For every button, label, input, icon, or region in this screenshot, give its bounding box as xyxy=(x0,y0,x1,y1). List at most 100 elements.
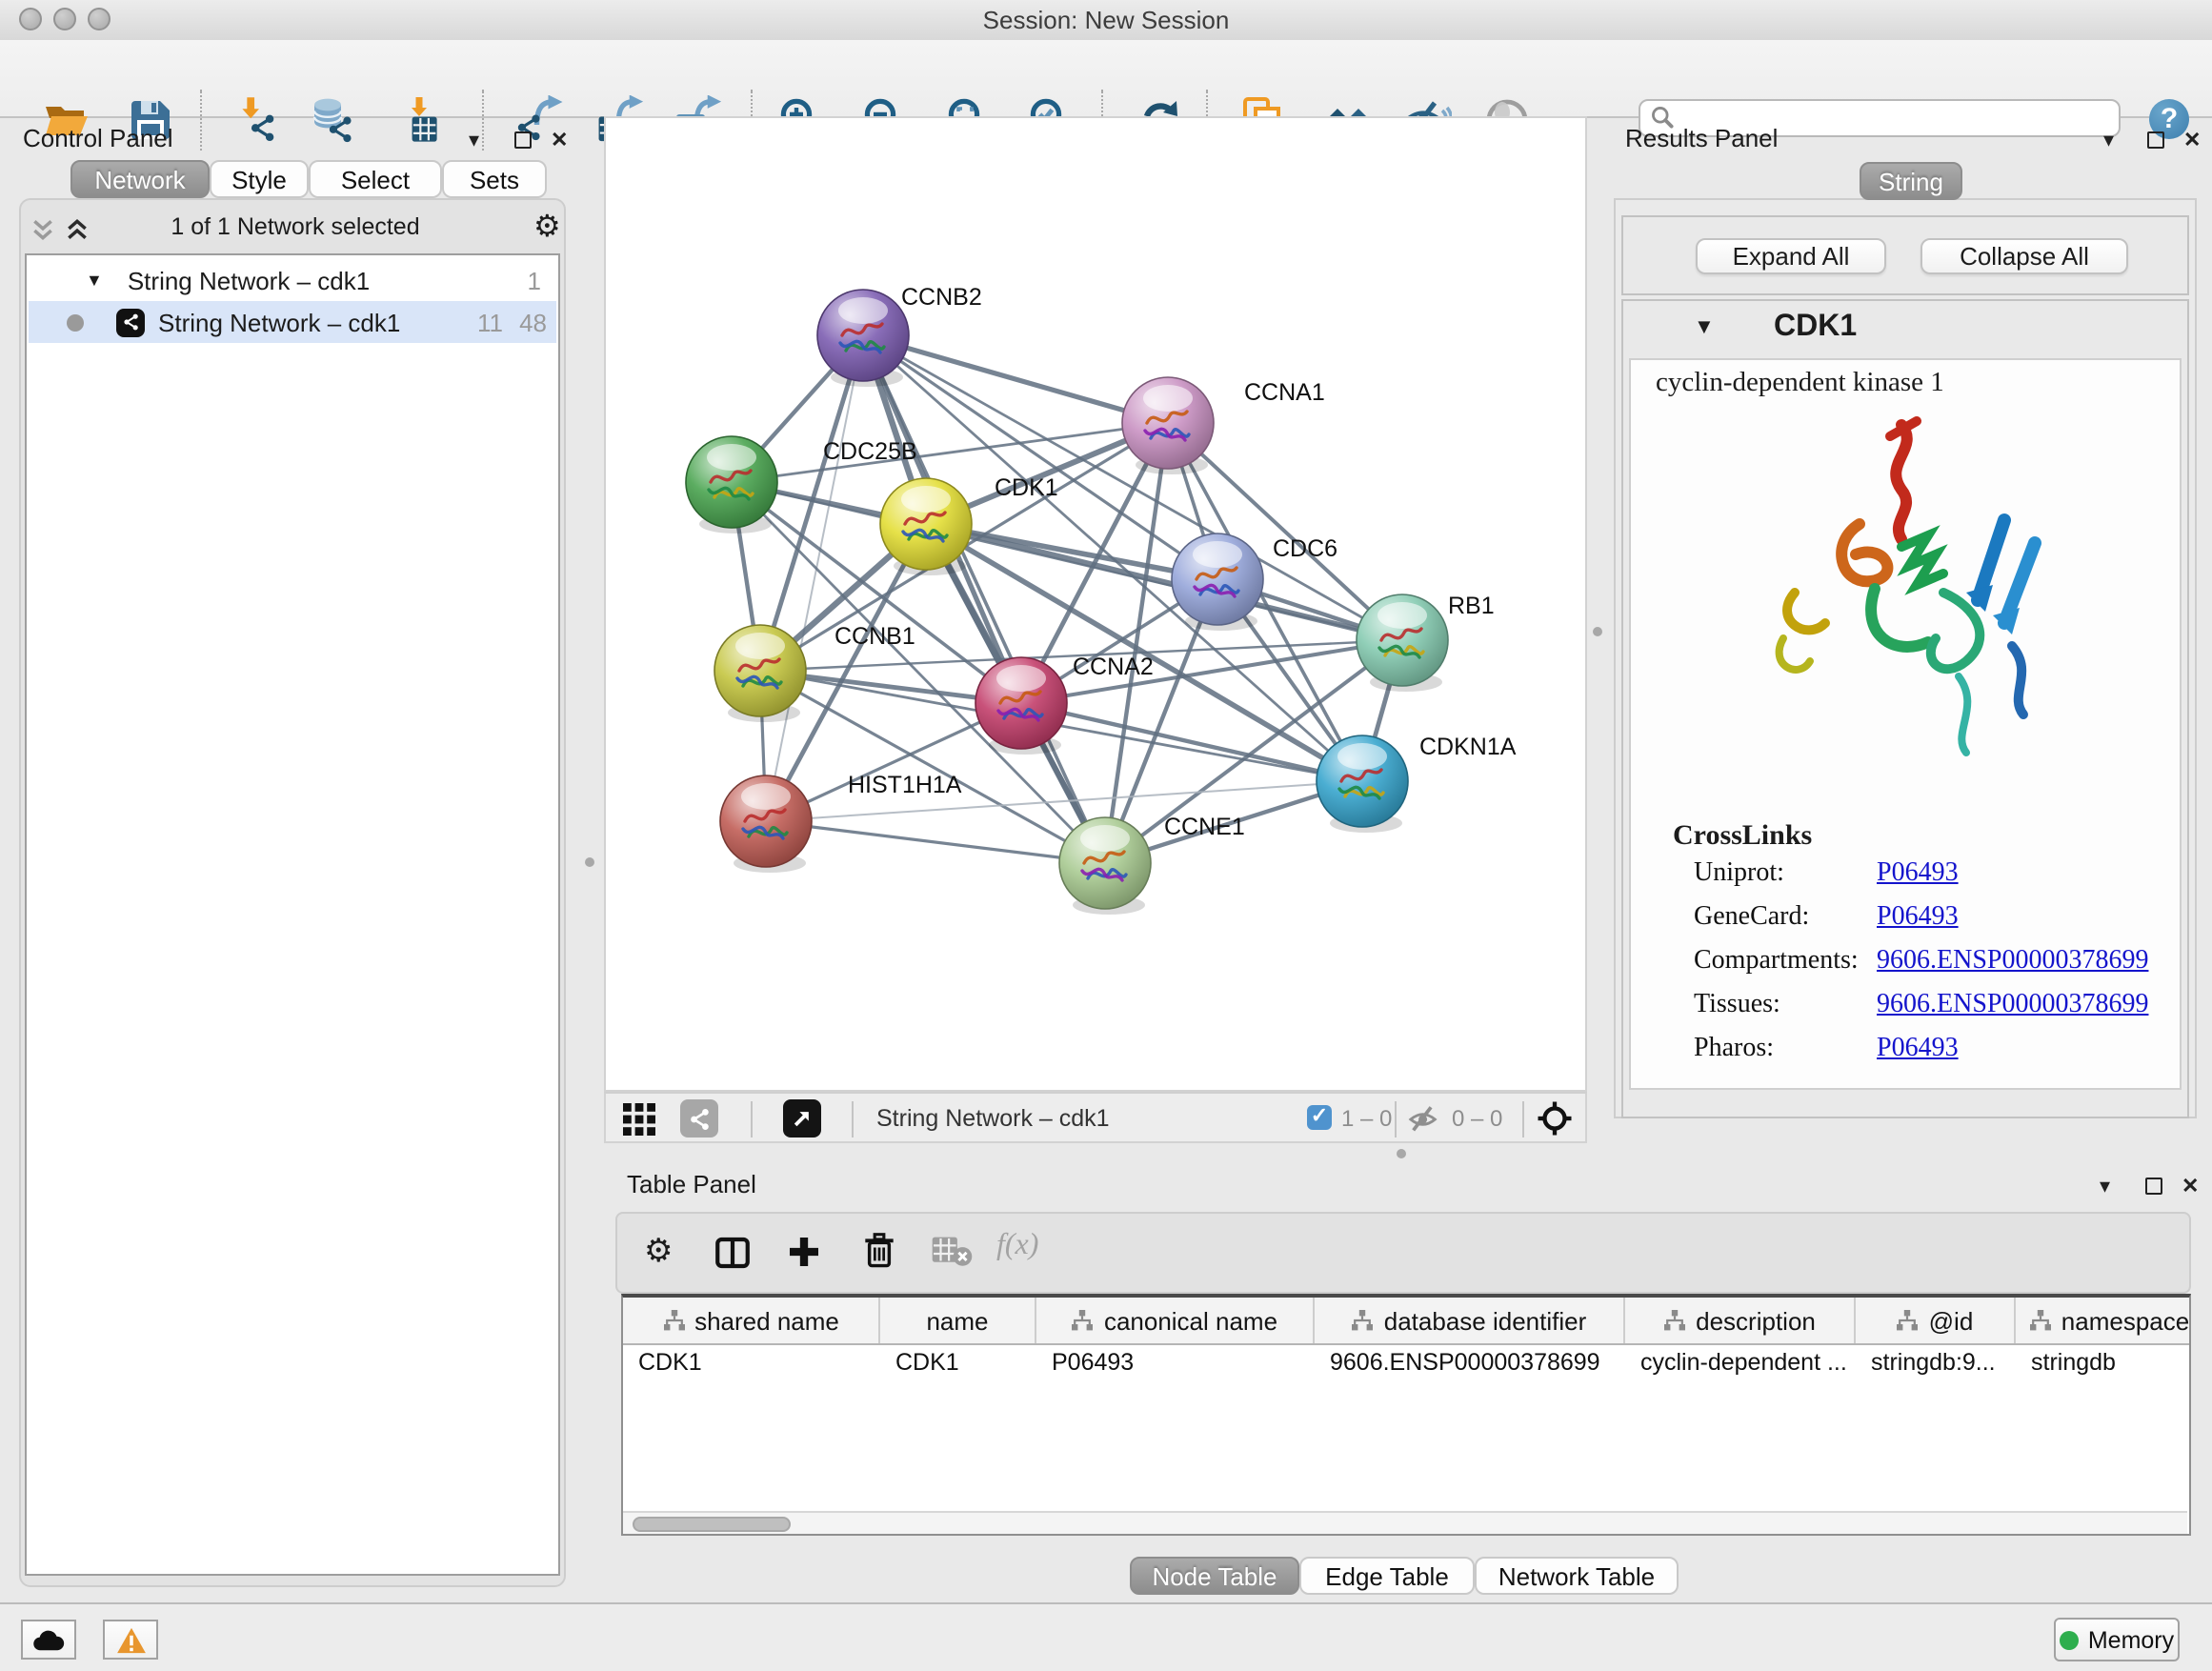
tab-network-table[interactable]: Network Table xyxy=(1475,1557,1679,1595)
table-panel-menu-icon[interactable]: ▾ xyxy=(2100,1176,2110,1198)
cloud-status-button[interactable] xyxy=(21,1620,76,1660)
birds-eye-view-icon[interactable] xyxy=(680,1099,718,1137)
network-edge-count: 48 xyxy=(519,308,547,336)
right-splitter-handle[interactable] xyxy=(1593,627,1602,636)
network-edge xyxy=(1021,703,1362,781)
gene-description: cyclin-dependent kinase 1 xyxy=(1656,368,1944,400)
left-splitter-handle[interactable] xyxy=(585,857,594,867)
table-panel-float-icon[interactable] xyxy=(2145,1178,2162,1195)
import-network-from-file-icon[interactable] xyxy=(232,95,282,145)
tab-sets[interactable]: Sets xyxy=(442,160,547,198)
gene-expander-icon[interactable]: ▼ xyxy=(1694,316,1715,339)
node-gloss-highlight xyxy=(707,444,756,471)
tab-string[interactable]: String xyxy=(1860,162,1962,200)
cell-shared-name[interactable]: CDK1 xyxy=(623,1345,880,1379)
control-panel-menu-icon[interactable]: ▾ xyxy=(469,130,479,152)
crosslink-link[interactable]: 9606.ENSP00000378699 xyxy=(1877,991,2148,1021)
collapse-all-button[interactable]: Collapse All xyxy=(1920,238,2128,274)
create-column-icon[interactable] xyxy=(785,1233,823,1280)
selected-nodes-checkbox-icon[interactable]: ✓ xyxy=(1307,1105,1332,1130)
expand-all-button[interactable]: Expand All xyxy=(1696,238,1886,274)
node-gloss-highlight xyxy=(996,665,1046,692)
table-settings-gear-icon[interactable]: ⚙ xyxy=(644,1233,674,1271)
network-view[interactable]: CCNB2CCNA1CDC25BCDK1CDC6RB1CCNB1CCNA2CDK… xyxy=(604,116,1587,1092)
memory-ok-icon xyxy=(2060,1630,2079,1649)
column-header[interactable]: shared name xyxy=(623,1298,880,1343)
main-toolbar: ? xyxy=(0,40,2212,118)
network-edge xyxy=(766,335,863,821)
network-node-label: RB1 xyxy=(1448,593,1495,619)
cell-namespace[interactable]: stringdb xyxy=(2016,1345,2202,1379)
crosslink-label: Pharos: xyxy=(1694,1035,1774,1065)
network-selection-summary: 1 of 1 Network selected xyxy=(114,213,476,240)
tab-node-table[interactable]: Node Table xyxy=(1130,1557,1299,1595)
collection-expander-icon[interactable]: ▼ xyxy=(86,271,103,290)
tab-edge-table[interactable]: Edge Table xyxy=(1299,1557,1475,1595)
network-collection-row[interactable]: ▼ String Network – cdk1 1 xyxy=(29,259,556,301)
cell-canonical-name[interactable]: P06493 xyxy=(1036,1345,1315,1379)
table-header-row: shared name name canonical name database… xyxy=(623,1298,2189,1345)
control-panel-close-icon[interactable]: ✕ xyxy=(551,130,568,152)
crosslink-link[interactable]: P06493 xyxy=(1877,1035,1959,1065)
node-gloss-highlight xyxy=(838,297,888,324)
import-table-from-file-icon[interactable] xyxy=(396,95,446,145)
delete-table-icon[interactable] xyxy=(930,1235,974,1278)
crosslink-label: Uniprot: xyxy=(1694,859,1784,890)
network-node-label: CCNA2 xyxy=(1073,654,1154,680)
column-header[interactable]: namespace xyxy=(2016,1298,2202,1343)
table-horizontal-scrollbar[interactable] xyxy=(623,1511,2187,1534)
bottom-splitter-handle[interactable] xyxy=(1397,1149,1406,1158)
network-edge xyxy=(766,821,1105,863)
cell-description[interactable]: cyclin-dependent ... xyxy=(1625,1345,1856,1379)
crosslink-link[interactable]: 9606.ENSP00000378699 xyxy=(1877,947,2148,977)
cell-database-identifier[interactable]: 9606.ENSP00000378699 xyxy=(1315,1345,1625,1379)
column-header[interactable]: description xyxy=(1625,1298,1856,1343)
grid-view-icon[interactable] xyxy=(623,1103,655,1145)
table-row[interactable]: CDK1 CDK1 P06493 9606.ENSP00000378699 cy… xyxy=(623,1345,2189,1379)
selected-counts: 1 – 0 xyxy=(1341,1105,1392,1132)
delete-column-trash-icon[interactable] xyxy=(861,1231,897,1280)
table-panel-close-icon[interactable]: ✕ xyxy=(2182,1176,2199,1198)
expand-all-networks-icon[interactable] xyxy=(65,217,90,252)
column-header[interactable]: @id xyxy=(1856,1298,2016,1343)
tab-style[interactable]: Style xyxy=(210,160,309,198)
network-status-dot-icon xyxy=(67,313,84,331)
fit-selection-crosshair-icon[interactable] xyxy=(1536,1099,1574,1147)
node-table[interactable]: shared name name canonical name database… xyxy=(621,1294,2191,1536)
node-gloss-highlight xyxy=(901,486,951,513)
network-canvas[interactable]: CCNB2CCNA1CDC25BCDK1CDC6RB1CCNB1CCNA2CDK… xyxy=(606,118,1585,1090)
column-header[interactable]: database identifier xyxy=(1315,1298,1625,1343)
crosslink-link[interactable]: P06493 xyxy=(1877,859,1959,890)
network-node-label: CDK1 xyxy=(995,474,1058,501)
toolbar-separator xyxy=(482,90,484,151)
column-header[interactable]: name xyxy=(880,1298,1036,1343)
open-in-window-icon[interactable] xyxy=(783,1099,821,1137)
network-node-label: CCNB1 xyxy=(835,623,915,650)
results-panel-close-icon[interactable]: ✕ xyxy=(2183,130,2201,152)
crosslink-label: Compartments: xyxy=(1694,947,1859,977)
tab-select[interactable]: Select xyxy=(309,160,442,198)
column-header[interactable]: canonical name xyxy=(1036,1298,1315,1343)
node-gloss-highlight xyxy=(1337,743,1387,770)
control-panel-float-icon[interactable] xyxy=(514,131,532,149)
network-label: String Network – cdk1 xyxy=(158,308,400,336)
collapse-all-networks-icon[interactable] xyxy=(30,217,55,252)
collection-label: String Network – cdk1 xyxy=(128,266,370,294)
show-columns-icon[interactable] xyxy=(713,1233,753,1282)
network-options-gear-icon[interactable]: ⚙ xyxy=(533,208,561,246)
results-panel-title: Results Panel xyxy=(1625,124,1778,152)
tab-network[interactable]: Network xyxy=(70,160,210,198)
network-view-title: String Network – cdk1 xyxy=(876,1105,1110,1132)
results-panel-menu-icon[interactable]: ▾ xyxy=(2103,130,2114,152)
scrollbar-thumb[interactable] xyxy=(633,1517,791,1532)
results-panel-float-icon[interactable] xyxy=(2147,131,2164,149)
collection-count: 1 xyxy=(528,266,541,294)
network-row-selected[interactable]: String Network – cdk1 11 48 xyxy=(29,301,556,343)
cell-id[interactable]: stringdb:9... xyxy=(1856,1345,2016,1379)
import-network-from-database-icon[interactable] xyxy=(309,95,358,145)
memory-button[interactable]: Memory xyxy=(2054,1618,2180,1661)
warning-status-button[interactable] xyxy=(103,1620,158,1660)
crosslink-link[interactable]: P06493 xyxy=(1877,903,1959,934)
function-builder-icon[interactable]: f(x) xyxy=(996,1229,1038,1263)
cell-name[interactable]: CDK1 xyxy=(880,1345,1036,1379)
